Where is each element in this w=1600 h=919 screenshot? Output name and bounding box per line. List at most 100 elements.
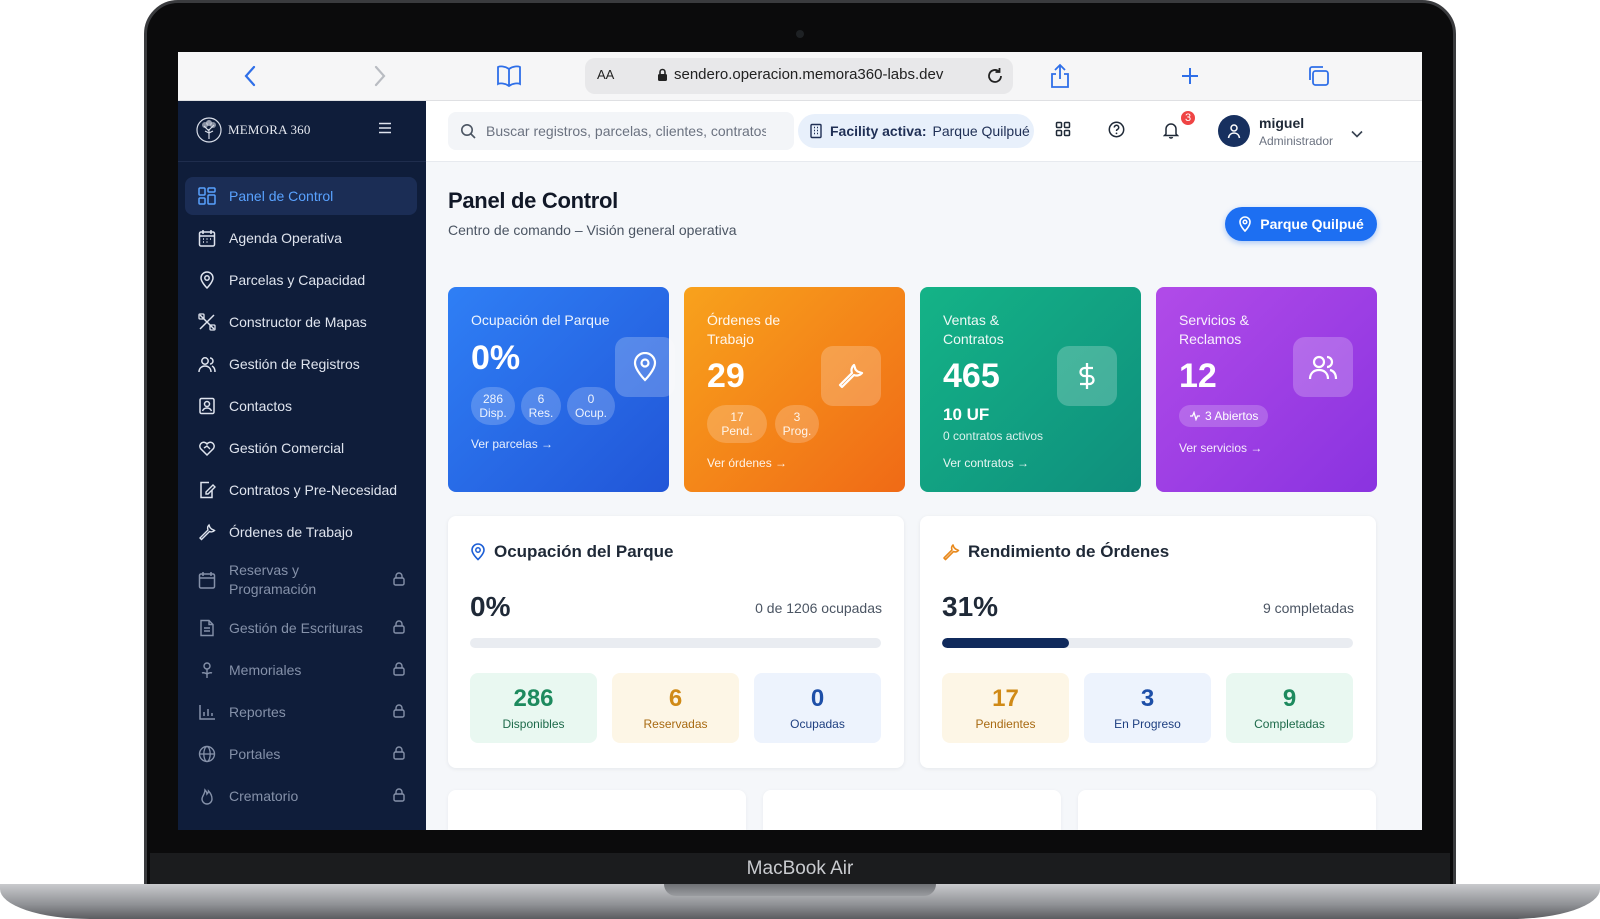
forward-icon[interactable] [368, 63, 392, 89]
sidebar-item-label: Reportes [229, 703, 286, 720]
sidebar-item-label: Parcelas y Capacidad [229, 271, 366, 288]
share-icon[interactable] [1048, 63, 1072, 89]
sidebar-item-label: Contactos [229, 397, 293, 414]
dashboard-icon [197, 186, 217, 206]
sidebar-item-label: Crematorio [229, 787, 299, 804]
orders-progress-bar [942, 638, 1353, 648]
sidebar-item-panel-de-control[interactable]: Panel de Control [185, 177, 417, 215]
park-selector-button[interactable]: Parque Quilpué [1225, 207, 1377, 241]
stat-label: Completadas [1254, 717, 1325, 731]
stat-value: 0 [810, 685, 825, 712]
active-facility-pill[interactable]: Facility activa: Parque Quilpué [798, 114, 1034, 148]
flower-icon [197, 660, 217, 680]
sidebar-item-constructor-mapas[interactable]: Constructor de Mapas [185, 303, 417, 341]
sidebar-item-gestion-comercial[interactable]: Gestión Comercial [185, 429, 417, 467]
wrench-icon [197, 522, 217, 542]
laptop-hinge-notch [664, 884, 936, 896]
stat-value: 286 [513, 685, 554, 712]
view-services-link[interactable]: Ver servicios → [1179, 441, 1262, 455]
chevron-down-icon[interactable] [1351, 125, 1363, 143]
browser-toolbar: AA sendero.operacion.memora360-labs.dev [178, 52, 1422, 101]
bookmarks-icon[interactable] [494, 63, 524, 89]
sidebar-item-label: Portales [229, 745, 281, 762]
sidebar-item-label: Panel de Control [229, 187, 334, 204]
chip-label: Prog. [782, 424, 812, 438]
help-icon[interactable] [1108, 121, 1125, 143]
brand-logo[interactable]: MEMORA 360 [196, 115, 311, 145]
sidebar-item-crematorio[interactable]: Crematorio [185, 777, 417, 815]
reader-aa-label[interactable]: AA [597, 67, 614, 82]
stat-value: 6 [668, 685, 683, 712]
card-title: Órdenes de Trabajo [707, 312, 781, 347]
tree-logo-icon [196, 117, 222, 143]
building-icon [808, 123, 824, 139]
back-icon[interactable] [238, 63, 262, 89]
sidebar-item-label: Memoriales [229, 661, 302, 678]
lock-icon [393, 746, 405, 763]
facility-value: Parque Quilpué [932, 123, 1030, 139]
url-text: sendero.operacion.memora360-labs.dev [674, 66, 944, 83]
stat-occupied: 0 Ocupadas [754, 673, 881, 743]
apps-grid-icon[interactable] [1055, 121, 1071, 142]
sidebar-item-contactos[interactable]: Contactos [185, 387, 417, 425]
park-button-label: Parque Quilpué [1260, 216, 1364, 232]
contact-card-icon [197, 396, 217, 416]
stat-available: 286 Disponibles [470, 673, 597, 743]
sidebar-item-reservas[interactable]: Reservas y Programación [185, 555, 417, 605]
new-tab-icon[interactable] [1178, 63, 1202, 89]
reload-icon[interactable] [985, 66, 1005, 90]
services-claims-card[interactable]: Servicios & Reclamos 12 3 Abiertos Ver s… [1156, 287, 1377, 492]
occupancy-progress-bar [470, 638, 881, 648]
card-title: Ocupación del Parque [471, 312, 610, 328]
chip-available: 286 Disp. [471, 387, 515, 425]
sidebar-item-parcelas[interactable]: Parcelas y Capacidad [185, 261, 417, 299]
stat-value: 17 [992, 685, 1019, 712]
sidebar-item-escrituras[interactable]: Gestión de Escrituras [185, 609, 417, 647]
sidebar-item-label: Contratos y Pre-Necesidad [229, 481, 398, 498]
sales-contracts-card[interactable]: Ventas & Contratos 465 10 UF 0 contratos… [920, 287, 1141, 492]
map-pin-icon [1239, 216, 1252, 232]
sidebar-item-gestion-registros[interactable]: Gestión de Registros [185, 345, 417, 383]
view-contracts-link[interactable]: Ver contratos → [943, 456, 1029, 470]
sidebar-item-contratos[interactable]: Contratos y Pre-Necesidad [185, 471, 417, 509]
bell-icon[interactable] [1162, 121, 1180, 144]
tabs-overview-icon[interactable] [1306, 63, 1332, 89]
chip-label: Res. [528, 406, 554, 420]
search-input[interactable]: Buscar registros, parcelas, clientes, co… [448, 112, 794, 150]
chip-number: 286 [482, 392, 504, 406]
avatar[interactable] [1218, 115, 1250, 147]
menu-toggle-icon[interactable] [378, 121, 392, 139]
user-name[interactable]: miguel [1259, 115, 1304, 131]
sidebar-item-reportes[interactable]: Reportes [185, 693, 417, 731]
view-plots-link[interactable]: Ver parcelas → [471, 437, 553, 451]
sidebar-nav: Panel de Control Agenda Operativa Parcel… [185, 177, 417, 819]
chip-pending: 17 Pend. [707, 405, 767, 443]
open-claims-label: 3 Abiertos [1205, 409, 1259, 423]
view-orders-link[interactable]: Ver órdenes → [707, 456, 787, 470]
sidebar-item-label: Agenda Operativa [229, 229, 342, 246]
stat-label: En Progreso [1114, 717, 1181, 731]
card-title: Ventas & Contratos [943, 312, 1004, 347]
stat-pending: 17 Pendientes [942, 673, 1069, 743]
globe-icon [197, 744, 217, 764]
address-bar[interactable]: AA sendero.operacion.memora360-labs.dev [585, 58, 1013, 94]
occupancy-card[interactable]: Ocupación del Parque 0% 286 Disp. 6 Res.… [448, 287, 675, 492]
bar-chart-icon [197, 702, 217, 722]
sidebar-item-portales[interactable]: Portales [185, 735, 417, 773]
handshake-heart-icon [197, 438, 217, 458]
chip-occupied: 0 Ocup. [567, 387, 615, 425]
user-icon [1227, 124, 1241, 139]
orders-percent: 31% [942, 591, 999, 622]
app-topbar: Buscar registros, parcelas, clientes, co… [426, 101, 1422, 162]
dollar-icon [1057, 346, 1117, 406]
orders-note: 9 completadas [1262, 600, 1354, 616]
page-subtitle: Centro de comando – Visión general opera… [448, 222, 737, 238]
stat-value: 3 [1140, 685, 1155, 712]
occupancy-panel: Ocupación del Parque 0% 0 de 1206 ocupad… [448, 516, 904, 768]
sidebar-item-memoriales[interactable]: Memoriales [185, 651, 417, 689]
sidebar-item-agenda-operativa[interactable]: Agenda Operativa [185, 219, 417, 257]
work-orders-card[interactable]: Órdenes de Trabajo 29 17 Pend. 3 Prog. V… [684, 287, 905, 492]
document-icon [197, 618, 217, 638]
brand-name: MEMORA 360 [228, 122, 311, 137]
sidebar-item-ordenes-trabajo[interactable]: Órdenes de Trabajo [185, 513, 417, 551]
